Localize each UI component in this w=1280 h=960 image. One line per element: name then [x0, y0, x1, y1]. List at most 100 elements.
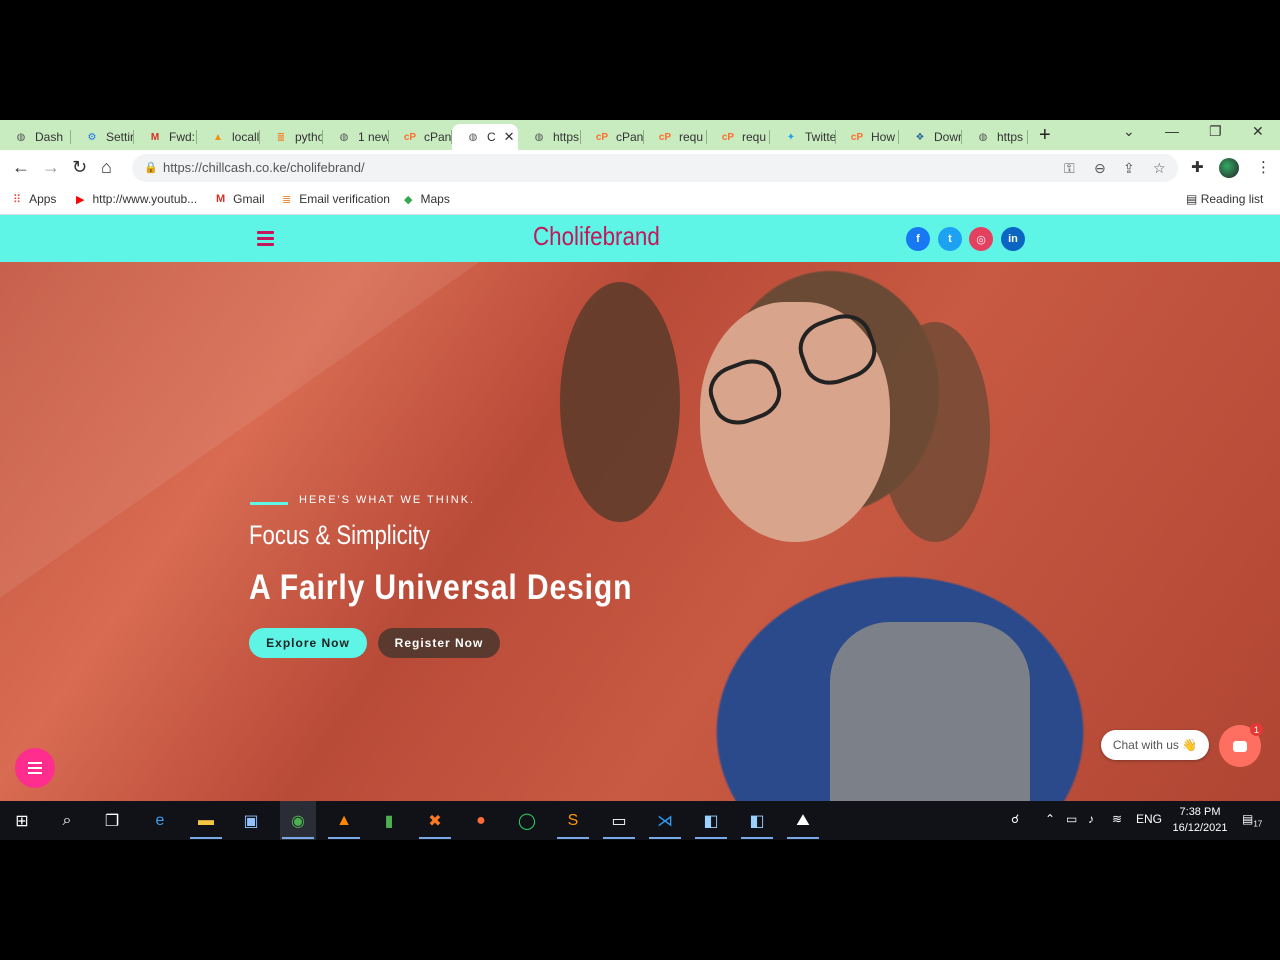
bookmark-star-icon[interactable]: ☆: [1153, 160, 1166, 177]
chevron-up-icon[interactable]: ⌃: [1045, 812, 1055, 826]
browser-tab[interactable]: ◍ 1 new: [323, 124, 389, 150]
gear-icon: ⚙: [87, 131, 97, 143]
language-indicator[interactable]: ENG: [1136, 812, 1162, 826]
register-now-button[interactable]: Register Now: [378, 628, 500, 658]
browser-tab[interactable]: ◍ C ✕: [452, 124, 518, 150]
browser-tab[interactable]: ≣ pytho: [260, 124, 323, 150]
clock[interactable]: 7:38 PM 16/12/2021: [1171, 804, 1229, 836]
globe-icon: ◍: [468, 131, 478, 143]
store-icon[interactable]: ▣: [233, 801, 269, 840]
reload-icon[interactable]: ↻: [72, 157, 87, 177]
url-text[interactable]: https://chillcash.co.ke/cholifebrand/: [163, 160, 365, 175]
whatsapp-icon[interactable]: ◯: [509, 801, 545, 840]
trash-app-icon[interactable]: ▮: [371, 801, 407, 840]
browser-tab[interactable]: ❖ Dowr: [899, 124, 962, 150]
linkedin-icon[interactable]: in: [1001, 227, 1025, 251]
browser-tab[interactable]: ⚙ Settir: [71, 124, 134, 150]
chrome-icon[interactable]: ◉: [280, 801, 316, 840]
browser-tab[interactable]: ◍ https: [518, 124, 581, 150]
bookmark-gmail[interactable]: M Gmail: [216, 192, 265, 206]
browser-tab[interactable]: cP requ: [644, 124, 707, 150]
photos-icon[interactable]: ⛰: [785, 801, 821, 840]
sublime-text-icon[interactable]: S: [555, 801, 591, 840]
floating-menu-button[interactable]: [15, 748, 55, 788]
browser-tab-label: Twitte: [805, 130, 836, 144]
close-window-button[interactable]: ✕: [1252, 123, 1264, 140]
bookmark-apps[interactable]: ⠿ Apps: [13, 192, 56, 206]
twitter-icon[interactable]: t: [938, 227, 962, 251]
browser-tab[interactable]: ✦ Twitte: [770, 124, 836, 150]
browser-tab[interactable]: ▲ locall: [197, 124, 260, 150]
profile-avatar[interactable]: [1219, 158, 1239, 178]
lock-icon[interactable]: 🔒: [144, 161, 158, 174]
vlc-icon[interactable]: ▲: [326, 801, 362, 840]
screen: ◍ Dash ⚙ Settir M Fwd: ▲ locall ≣ pytho ◍ 1 new cP cP…: [0, 120, 1280, 840]
postman-icon[interactable]: ●: [463, 801, 499, 840]
browser-tab-label: requ: [742, 130, 767, 144]
browser-tab[interactable]: cP cPane: [389, 124, 452, 150]
file-explorer-icon[interactable]: ▬: [188, 801, 224, 840]
notepad-icon[interactable]: ◧: [739, 801, 775, 840]
facebook-icon[interactable]: f: [906, 227, 930, 251]
clock-date: 16/12/2021: [1172, 822, 1228, 834]
browser-tab[interactable]: M Fwd:: [134, 124, 197, 150]
browser-tab[interactable]: ◍ Dash: [0, 124, 71, 150]
chat-with-us-label[interactable]: Chat with us 👋: [1101, 730, 1209, 760]
instagram-icon[interactable]: ◎: [969, 227, 993, 251]
explore-now-button[interactable]: Explore Now: [249, 628, 367, 658]
vscode-icon[interactable]: ⋊: [647, 801, 683, 840]
notepad-icon[interactable]: ◧: [693, 801, 729, 840]
browser-tab-label: 1 new: [358, 130, 389, 144]
browser-toolbar: ← → ↻ ⌂ 🔒 https://chillcash.co.ke/cholif…: [0, 150, 1280, 186]
task-view-icon[interactable]: ❐: [94, 801, 130, 840]
restore-button[interactable]: ❐: [1209, 123, 1222, 140]
reading-list-button[interactable]: ▤ Reading list: [1186, 192, 1263, 206]
hero-photo-hair: [560, 282, 680, 522]
wifi-icon[interactable]: ≋: [1112, 812, 1122, 826]
youtube-icon: ▶: [76, 193, 85, 206]
hero-subtitle: Focus & Simplicity: [249, 520, 430, 550]
people-icon[interactable]: ☌: [1011, 812, 1019, 826]
bookmark-youtube[interactable]: ▶ http://www.youtub...: [76, 192, 197, 206]
site-header: Cholifebrand f t ◎ in: [0, 215, 1280, 262]
close-tab-icon[interactable]: ✕: [504, 129, 515, 145]
hero-photo-hair: [880, 322, 990, 542]
tab-search-icon[interactable]: ⌄: [1123, 123, 1135, 140]
browser-tab-label: cPane: [616, 130, 644, 144]
xampp-icon[interactable]: ✖: [417, 801, 453, 840]
bookmark-email-verification[interactable]: ≣ Email verification: [282, 192, 390, 206]
windows-start-icon[interactable]: ⊞: [4, 801, 40, 840]
minimize-button[interactable]: —: [1165, 123, 1179, 139]
zoom-icon[interactable]: ⊖: [1094, 160, 1106, 177]
share-icon[interactable]: ⇪: [1123, 160, 1135, 177]
browser-tab-label: locall: [232, 130, 260, 144]
home-icon[interactable]: ⌂: [101, 157, 112, 177]
tab-separator: [1027, 130, 1028, 144]
edge-icon[interactable]: e: [142, 801, 178, 840]
browser-tab[interactable]: cP requ: [707, 124, 770, 150]
cpanel-icon: cP: [403, 131, 417, 143]
battery-icon[interactable]: ▭: [1066, 812, 1077, 826]
browser-tab[interactable]: cP How: [836, 124, 899, 150]
menu-icon[interactable]: ⋮: [1256, 158, 1271, 176]
browser-tab-label: pytho: [295, 130, 323, 144]
forward-icon[interactable]: →: [42, 157, 60, 177]
notification-center-icon[interactable]: ▤17: [1242, 812, 1262, 828]
browser-tab-label: Dowr: [934, 130, 962, 144]
bookmark-maps[interactable]: ◆ Maps: [404, 192, 450, 206]
cpanel-icon: cP: [595, 131, 609, 143]
browser-tab[interactable]: ◍ https: [962, 124, 1028, 150]
terminal-icon[interactable]: ▭: [601, 801, 637, 840]
hamburger-menu-icon[interactable]: [257, 231, 274, 249]
site-brand-logo[interactable]: Cholifebrand: [533, 221, 660, 252]
new-tab-button[interactable]: +: [1039, 125, 1051, 145]
website-viewport: Cholifebrand f t ◎ in HERE'S WHAT WE THI…: [0, 215, 1280, 801]
back-icon[interactable]: ←: [12, 157, 30, 177]
globe-icon: ◍: [339, 131, 349, 143]
extensions-icon[interactable]: ✚: [1191, 158, 1204, 176]
search-icon[interactable]: ⌕: [49, 801, 85, 840]
address-bar[interactable]: 🔒 https://chillcash.co.ke/cholifebrand/ …: [132, 154, 1178, 182]
key-icon[interactable]: ⚿: [1064, 160, 1075, 177]
browser-tab[interactable]: cP cPane: [581, 124, 644, 150]
volume-icon[interactable]: ♪: [1088, 812, 1094, 826]
